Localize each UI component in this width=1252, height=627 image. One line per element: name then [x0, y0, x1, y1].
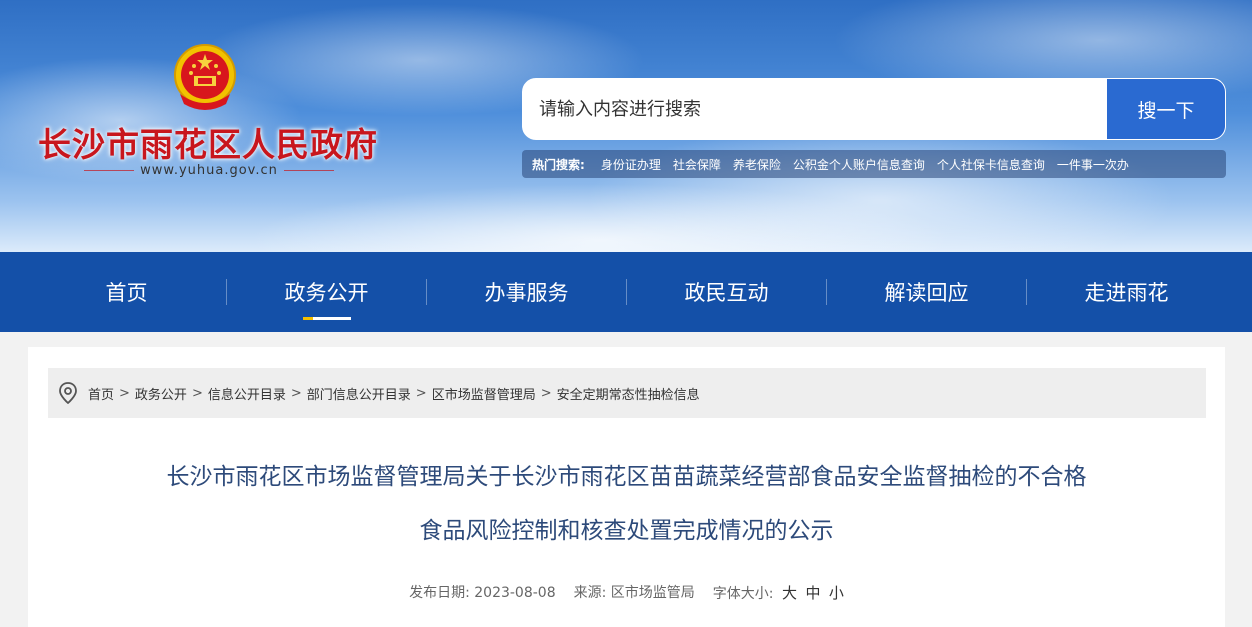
- breadcrumb-item[interactable]: 政务公开: [135, 384, 187, 403]
- font-size-large-button[interactable]: 大: [782, 584, 797, 602]
- nav-item-label: 解读回应: [884, 281, 969, 305]
- site-header: 长沙市雨花区人民政府 www.yuhua.gov.cn 搜一下 热门搜索: 身份…: [0, 0, 1252, 252]
- search-button[interactable]: 搜一下: [1107, 79, 1225, 139]
- hot-search-item[interactable]: 个人社保卡信息查询: [937, 156, 1045, 173]
- article-title-line: 长沙市雨花区市场监督管理局关于长沙市雨花区苗苗蔬菜经营部食品安全监督抽检的不合格: [166, 464, 1087, 490]
- hot-search-bar: 热门搜索: 身份证办理 社会保障 养老保险 公积金个人账户信息查询 个人社保卡信…: [522, 150, 1226, 178]
- search-input[interactable]: [523, 79, 1107, 139]
- domain-left-line: [84, 170, 135, 171]
- nav-item-label: 政民互动: [684, 281, 769, 305]
- nav-item-services[interactable]: 办事服务: [427, 252, 626, 332]
- nav-item-about-yuhua[interactable]: 走进雨花: [1027, 252, 1226, 332]
- nav-item-label: 办事服务: [484, 281, 569, 305]
- hot-search-item[interactable]: 公积金个人账户信息查询: [793, 156, 925, 173]
- nav-item-interpretation[interactable]: 解读回应: [827, 252, 1026, 332]
- source-value: 区市场监管局: [610, 585, 695, 601]
- search-box: 搜一下: [522, 78, 1226, 140]
- publish-date-label: 发布日期:: [409, 585, 470, 601]
- nav-item-label: 政务公开: [284, 281, 369, 305]
- hot-search-item[interactable]: 身份证办理: [601, 156, 661, 173]
- nav-item-government-affairs[interactable]: 政务公开: [227, 252, 426, 332]
- breadcrumb-separator: >: [290, 385, 302, 401]
- font-size-control: 字体大小: 大 中 小: [713, 582, 844, 603]
- breadcrumb-separator: >: [119, 385, 130, 401]
- breadcrumb: 首页 > 政务公开 > 信息公开目录 > 部门信息公开目录 > 区市场监督管理局…: [48, 368, 1206, 418]
- publish-date: 发布日期: 2023-08-08: [409, 582, 556, 603]
- site-title[interactable]: 长沙市雨花区人民政府: [38, 118, 378, 166]
- site-domain-text: www.yuhua.gov.cn: [140, 163, 278, 178]
- nav-item-interaction[interactable]: 政民互动: [627, 252, 826, 332]
- article-title-line: 食品风险控制和核查处置完成情况的公示: [419, 518, 834, 544]
- main-nav: 首页 政务公开 办事服务 政民互动 解读回应 走进雨花: [0, 252, 1252, 332]
- content-panel: 首页 > 政务公开 > 信息公开目录 > 部门信息公开目录 > 区市场监督管理局…: [28, 347, 1225, 627]
- article-meta: 发布日期: 2023-08-08 来源: 区市场监管局 字体大小: 大 中 小: [28, 582, 1225, 603]
- publish-date-value: 2023-08-08: [474, 585, 556, 601]
- hot-search-item[interactable]: 一件事一次办: [1057, 156, 1129, 173]
- national-emblem-icon: [174, 44, 236, 110]
- font-size-medium-button[interactable]: 中: [805, 584, 820, 602]
- nav-item-home[interactable]: 首页: [27, 252, 226, 332]
- breadcrumb-separator: >: [415, 385, 427, 401]
- nav-item-label: 走进雨花: [1084, 281, 1169, 305]
- breadcrumb-item[interactable]: 信息公开目录: [208, 384, 286, 403]
- breadcrumb-separator: >: [540, 385, 552, 401]
- source-label: 来源:: [573, 585, 607, 601]
- hot-search-label: 热门搜索:: [532, 157, 585, 172]
- hot-search-item[interactable]: 社会保障: [673, 156, 721, 173]
- article-title: 长沙市雨花区市场监督管理局关于长沙市雨花区苗苗蔬菜经营部食品安全监督抽检的不合格…: [68, 450, 1185, 558]
- site-domain: www.yuhua.gov.cn: [84, 163, 335, 178]
- domain-right-line: [283, 170, 335, 171]
- location-pin-icon: [59, 382, 77, 404]
- breadcrumb-item[interactable]: 首页: [88, 384, 114, 403]
- font-size-small-button[interactable]: 小: [829, 584, 844, 602]
- breadcrumb-item[interactable]: 部门信息公开目录: [307, 384, 411, 403]
- nav-item-label: 首页: [105, 281, 148, 305]
- breadcrumb-separator: >: [191, 385, 203, 401]
- article-source: 来源: 区市场监管局: [574, 582, 695, 603]
- breadcrumb-item[interactable]: 区市场监督管理局: [432, 384, 536, 403]
- hot-search-item[interactable]: 养老保险: [733, 156, 781, 173]
- font-size-label: 字体大小:: [712, 586, 774, 602]
- nav-active-indicator: [302, 317, 351, 320]
- breadcrumb-current[interactable]: 安全定期常态性抽检信息: [557, 384, 700, 403]
